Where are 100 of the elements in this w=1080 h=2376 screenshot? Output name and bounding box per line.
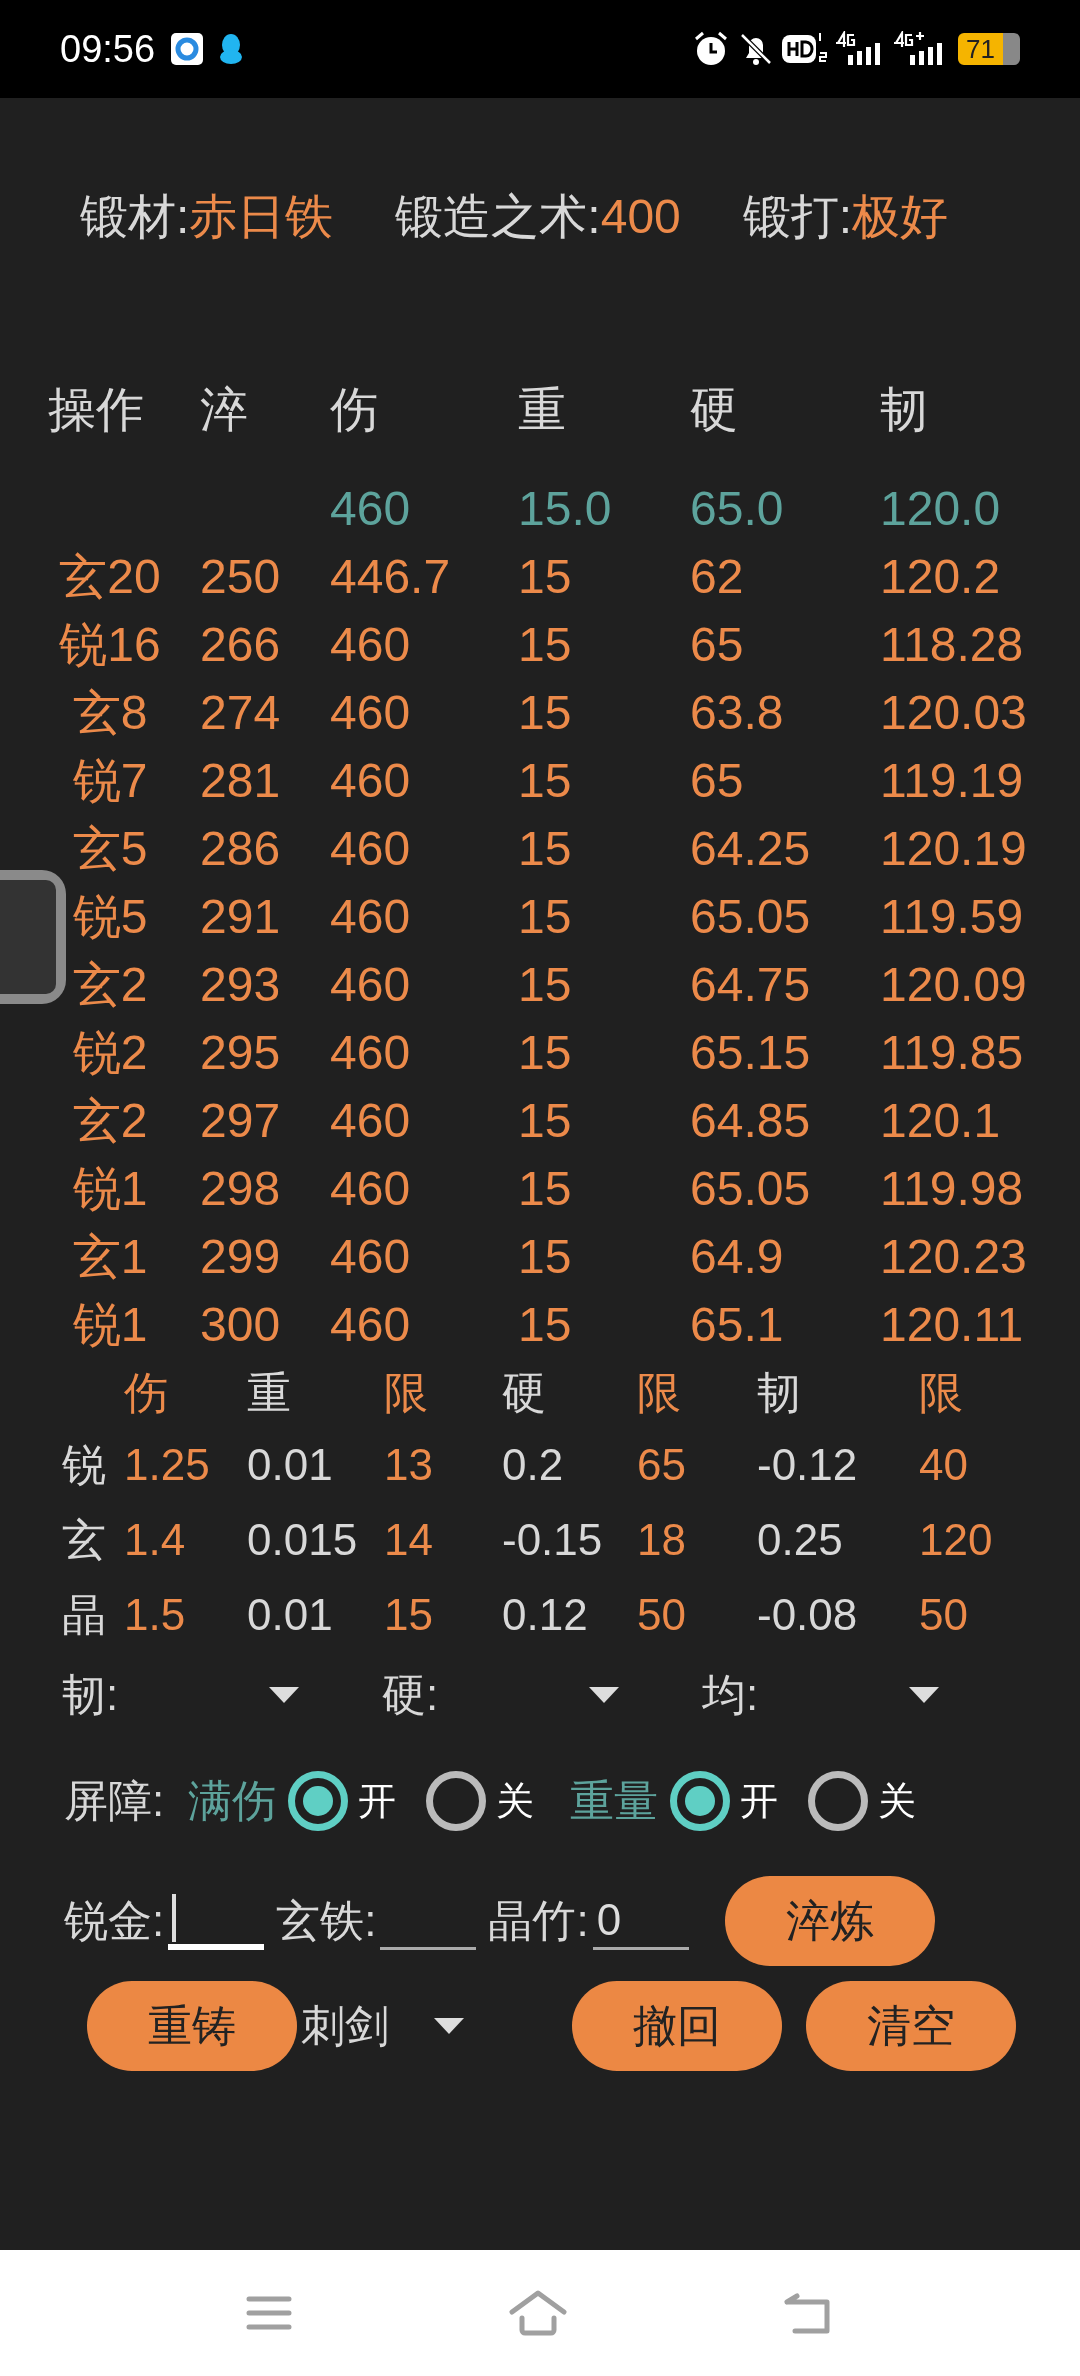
table-cell-text: 297 — [200, 1093, 282, 1149]
radio-label: 开 — [740, 1778, 779, 1824]
table-cell-text: 65 — [637, 1439, 687, 1491]
table-cell-text: -0.12 — [757, 1439, 859, 1491]
caret-icon — [269, 1687, 299, 1703]
row-label: 玄 — [62, 1514, 107, 1566]
table-cell-text: 15 — [518, 1161, 573, 1217]
table-cell-text: 65 — [690, 753, 745, 809]
undo-button[interactable]: 撤回 — [572, 1981, 782, 2071]
table-cell-text: 15 — [518, 821, 573, 877]
table-cell-text: 13 — [384, 1439, 434, 1491]
table-cell-text: 460 — [330, 1161, 412, 1217]
table-cell-text: 250 — [200, 549, 282, 605]
table-cell-text: -0.15 — [502, 1514, 604, 1566]
column-header: 限 — [637, 1367, 682, 1419]
column-header: 硬 — [690, 382, 739, 438]
caret-icon — [589, 1687, 619, 1703]
table-cell-text: 玄1 — [71, 1229, 149, 1285]
table-cell-text: 298 — [200, 1161, 282, 1217]
table-cell-text: 65.0 — [690, 481, 785, 537]
table-cell-text: 64.25 — [690, 821, 812, 877]
table-cell-text: 120.2 — [880, 549, 1002, 605]
table-cell-text: 50 — [637, 1589, 687, 1641]
table-cell-text: 1.5 — [124, 1589, 187, 1641]
table-cell-text: 15 — [518, 753, 573, 809]
table-cell-text: 460 — [330, 957, 412, 1013]
table-cell-text: 460 — [330, 1229, 412, 1285]
table-cell-text: 64.75 — [690, 957, 812, 1013]
info-field: 锻打:极好 — [742, 187, 949, 345]
table-cell-text: 293 — [200, 957, 282, 1013]
table-cell-text: 446.7 — [330, 549, 452, 605]
option-label: 重量 — [570, 1775, 659, 1827]
browser-app-icon — [171, 33, 204, 65]
dropdown[interactable]: 硬: — [382, 1660, 637, 1730]
alarm-clock-icon — [692, 30, 730, 68]
column-header: 韧 — [757, 1367, 802, 1419]
field-label: 玄铁: — [276, 1895, 377, 1947]
table-cell-text: 0.01 — [247, 1439, 334, 1491]
column-header: 限 — [919, 1367, 964, 1419]
table-cell-text: 15 — [518, 549, 573, 605]
caret-icon — [434, 2018, 464, 2034]
table-cell-text: 119.85 — [880, 1025, 1025, 1081]
table-cell-text: 299 — [200, 1229, 282, 1285]
floating-widget-icon[interactable] — [0, 870, 66, 1004]
table-cell-text: 15 — [518, 617, 573, 673]
radio-button[interactable] — [288, 1771, 349, 1831]
row-label: 锐 — [62, 1439, 107, 1491]
caret-icon — [909, 1687, 939, 1703]
table-cell-text: 锐1 — [71, 1161, 149, 1217]
table-cell-text: 64.85 — [690, 1093, 812, 1149]
table-cell-text: 15.0 — [518, 481, 613, 537]
table-cell-text: 0.01 — [247, 1589, 334, 1641]
table-cell-text: 281 — [200, 753, 282, 809]
table-cell-text: 15 — [518, 1093, 573, 1149]
table-cell-text: 120.23 — [880, 1229, 1028, 1285]
table-cell-text: 120.03 — [880, 685, 1028, 741]
dropdown[interactable]: 韧: — [62, 1660, 317, 1730]
table-cell-text: 120.1 — [880, 1093, 1002, 1149]
table-cell-text: 0.25 — [757, 1514, 844, 1566]
table-cell-text: 65.15 — [690, 1025, 812, 1081]
home-icon[interactable] — [508, 2290, 568, 2336]
row-label: 晶 — [62, 1589, 107, 1641]
column-header: 淬 — [200, 382, 249, 438]
table-cell-text: 460 — [330, 481, 412, 537]
table-cell-text: 120.19 — [880, 821, 1028, 877]
radio-button[interactable] — [426, 1771, 487, 1831]
table-cell-text: 119.98 — [880, 1161, 1025, 1217]
table-cell-text: 460 — [330, 889, 412, 945]
table-cell-text: -0.08 — [757, 1589, 859, 1641]
table-cell-text: 460 — [330, 1297, 412, 1353]
table-cell-text: 63.8 — [690, 685, 785, 741]
table-cell-text: 锐2 — [71, 1025, 149, 1081]
table-cell-text: 玄8 — [71, 685, 149, 741]
input-field[interactable]: 0 — [592, 1892, 689, 1950]
dropdown[interactable]: 均: — [702, 1660, 957, 1730]
radio-label: 关 — [496, 1778, 535, 1824]
clear-button[interactable]: 清空 — [806, 1981, 1016, 2071]
table-cell-text: 玄2 — [71, 957, 149, 1013]
table-cell-text: 18 — [637, 1514, 687, 1566]
table-cell-text: 120 — [919, 1514, 994, 1566]
column-header: 重 — [518, 382, 567, 438]
barrier-label: 屏障: — [64, 1775, 165, 1827]
table-cell-text: 15 — [518, 889, 573, 945]
clock-time: 09:56 — [60, 26, 156, 72]
radio-button[interactable] — [808, 1771, 869, 1831]
table-cell-text: 锐16 — [58, 617, 162, 673]
info-field: 锻造之术:400 — [395, 187, 681, 345]
table-cell-text: 锐7 — [71, 753, 149, 809]
table-cell-text: 300 — [200, 1297, 282, 1353]
radio-button[interactable] — [670, 1771, 731, 1831]
table-cell-text: 1.25 — [124, 1439, 211, 1491]
quench-button[interactable]: 淬炼 — [724, 1876, 935, 1966]
table-cell-text: 50 — [919, 1589, 969, 1641]
table-cell-text: 15 — [518, 1229, 573, 1285]
table-cell-text: 65 — [690, 617, 745, 673]
column-header: 限 — [384, 1367, 429, 1419]
table-cell-text: 118.28 — [880, 617, 1025, 673]
recast-button[interactable]: 重铸 — [87, 1981, 297, 2071]
weapon-dropdown[interactable]: 刺剑 — [297, 1993, 482, 2059]
table-cell-text: 0.12 — [502, 1589, 589, 1641]
